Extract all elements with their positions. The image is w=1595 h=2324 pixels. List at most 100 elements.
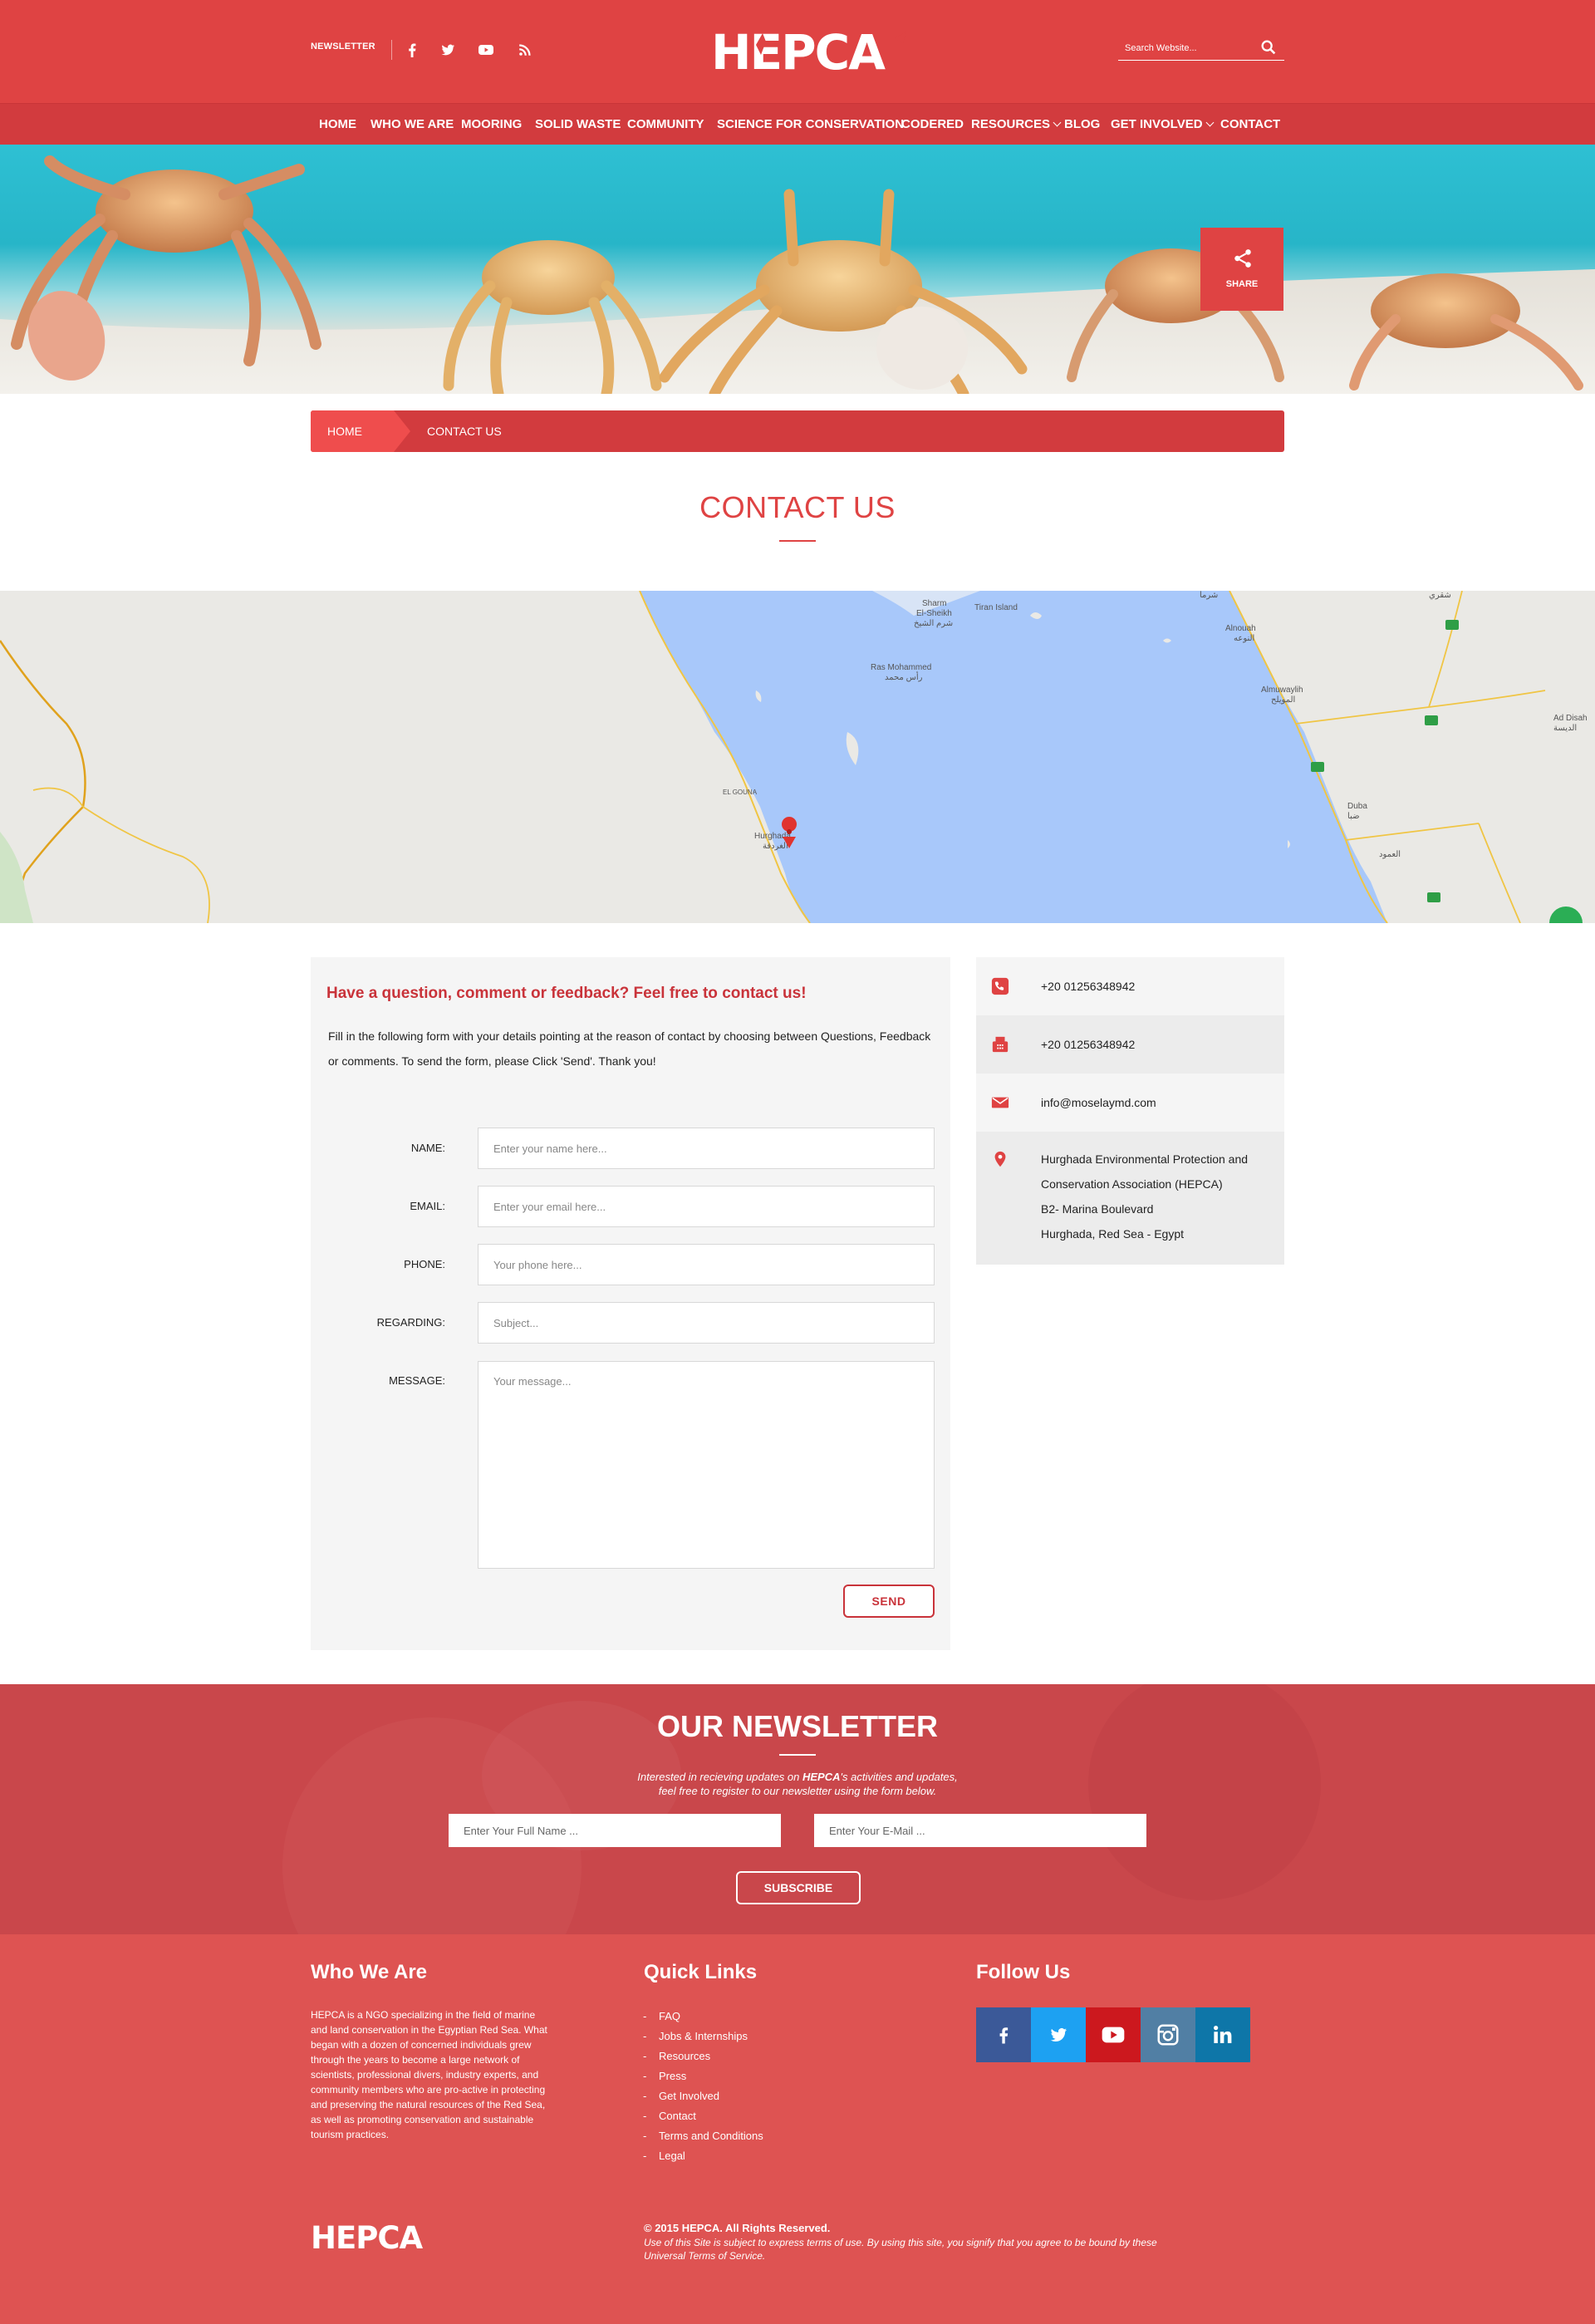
send-button[interactable]: SEND xyxy=(843,1585,935,1618)
contact-email[interactable]: info@moselaymd.com xyxy=(1041,1090,1156,1115)
location-map[interactable]: Sharm El-Sheikh شرم الشيخ Tiran Island Ras… xyxy=(0,591,1595,923)
svg-text:HEPCA: HEPCA xyxy=(311,2222,424,2252)
phone-label: PHONE: xyxy=(404,1258,445,1270)
svg-text:المويلح: المويلح xyxy=(1271,695,1295,705)
footer-link-terms[interactable]: Terms and Conditions xyxy=(643,2130,763,2142)
footer-link-get-involved[interactable]: Get Involved xyxy=(643,2090,719,2102)
footer-link-press[interactable]: Press xyxy=(643,2070,686,2082)
svg-text:العمود: العمود xyxy=(1379,850,1401,859)
linkedin-icon xyxy=(1214,2026,1232,2043)
svg-text:Tiran Island: Tiran Island xyxy=(974,603,1018,612)
map-canvas: SharmEl-Sheikhشرم الشيخ Tiran Island Ras… xyxy=(0,591,1595,923)
fax-icon xyxy=(992,1036,1009,1053)
contact-fax: +20 01256348942 xyxy=(1041,1038,1136,1051)
message-textarea[interactable] xyxy=(478,1361,935,1569)
nav-item-contact[interactable]: CONTACT xyxy=(1220,104,1280,145)
contact-fax-row: +20 01256348942 xyxy=(976,1015,1284,1074)
footer-link-faq[interactable]: FAQ xyxy=(643,2010,680,2022)
footer-twitter-button[interactable] xyxy=(1031,2007,1086,2062)
svg-text:Duba: Duba xyxy=(1347,802,1367,811)
footer-who-title: Who We Are xyxy=(311,1961,428,1983)
title-underline xyxy=(779,540,816,542)
youtube-icon xyxy=(1102,2027,1125,2043)
nav-item-codered[interactable]: CODERED xyxy=(901,104,964,145)
contact-address-row: Hurghada Environmental Protection and Co… xyxy=(976,1132,1284,1265)
phone-input[interactable] xyxy=(478,1244,935,1285)
svg-text:النوعه: النوعه xyxy=(1234,634,1254,643)
svg-text:Ras Mohammed: Ras Mohammed xyxy=(871,663,931,672)
form-heading: Have a question, comment or feedback? Fe… xyxy=(326,985,807,1002)
share-button[interactable]: SHARE xyxy=(1200,228,1283,311)
name-input[interactable] xyxy=(478,1128,935,1169)
svg-text:شرم الشيخ: شرم الشيخ xyxy=(914,619,953,628)
crabs-hero-image xyxy=(0,155,1595,394)
footer-instagram-button[interactable] xyxy=(1141,2007,1195,2062)
nav-item-community[interactable]: COMMUNITY xyxy=(627,104,704,145)
footer-link-resources[interactable]: Resources xyxy=(643,2050,710,2062)
svg-text:شرما: شرما xyxy=(1200,591,1218,600)
breadcrumb: HOME CONTACT US xyxy=(311,410,1284,452)
breadcrumb-arrow xyxy=(394,410,410,452)
twitter-icon xyxy=(1050,2028,1067,2042)
contact-address: Hurghada Environmental Protection and Co… xyxy=(1041,1147,1248,1246)
contact-phone-row: +20 01256348942 xyxy=(976,957,1284,1015)
nav-item-solid-waste[interactable]: SOLID WASTE xyxy=(535,104,621,145)
nav-item-home[interactable]: HOME xyxy=(319,104,356,145)
address-line: Hurghada Environmental Protection and xyxy=(1041,1152,1249,1166)
footer-linkedin-button[interactable] xyxy=(1195,2007,1250,2062)
share-label: SHARE xyxy=(1225,279,1259,289)
main-nav: HOME WHO WE ARE MOORING SOLID WASTE COMM… xyxy=(0,103,1595,145)
address-line: Conservation Association (HEPCA) xyxy=(1041,1177,1223,1191)
nav-item-mooring[interactable]: MOORING xyxy=(461,104,522,145)
envelope-icon xyxy=(991,1097,1009,1108)
subscribe-button[interactable]: SUBSCRIBE xyxy=(736,1871,861,1904)
search-icon[interactable] xyxy=(1259,38,1278,57)
footer-facebook-button[interactable] xyxy=(976,2007,1031,2062)
youtube-icon[interactable] xyxy=(476,40,496,60)
twitter-icon[interactable] xyxy=(438,40,458,60)
copyright: © 2015 HEPCA. All Rights Reserved. xyxy=(644,2222,831,2234)
footer-hepca-logo[interactable]: HEPCA xyxy=(311,2222,456,2252)
svg-text:الغردقة: الغردقة xyxy=(763,842,788,851)
footer-link-contact[interactable]: Contact xyxy=(643,2110,696,2122)
svg-text:الديسة: الديسة xyxy=(1553,724,1577,733)
nav-item-blog[interactable]: BLOG xyxy=(1064,104,1100,145)
footer-youtube-button[interactable] xyxy=(1086,2007,1141,2062)
footer-link-legal[interactable]: Legal xyxy=(643,2150,685,2162)
rss-icon[interactable] xyxy=(515,40,535,60)
svg-text:Almuwaylih: Almuwaylih xyxy=(1261,685,1303,695)
nav-item-get-involved[interactable]: GET INVOLVED xyxy=(1111,104,1215,145)
chevron-down-icon xyxy=(1205,118,1215,127)
footer xyxy=(0,1934,1595,2324)
hepca-logo[interactable]: HEPCA xyxy=(677,28,918,75)
svg-text:ضبا: ضبا xyxy=(1347,812,1360,821)
chevron-down-icon xyxy=(1053,118,1062,127)
contact-phone: +20 01256348942 xyxy=(1041,980,1136,993)
svg-text:HEPCA: HEPCA xyxy=(711,28,886,75)
svg-text:Sharm: Sharm xyxy=(922,599,946,608)
address-line: Hurghada, Red Sea - Egypt xyxy=(1041,1227,1184,1241)
footer-who-text: HEPCA is a NGO specializing in the field… xyxy=(311,2009,547,2140)
contact-email-row: info@moselaymd.com xyxy=(976,1074,1284,1132)
facebook-icon[interactable] xyxy=(402,40,422,60)
regarding-input[interactable] xyxy=(478,1302,935,1344)
svg-text:رأس محمد: رأس محمد xyxy=(885,671,923,682)
nav-item-who-we-are[interactable]: WHO WE ARE xyxy=(371,104,454,145)
footer-follow-title: Follow Us xyxy=(976,1961,1071,1983)
newsletter-title: OUR NEWSLETTER xyxy=(657,1709,938,1743)
svg-text:Ad Disah: Ad Disah xyxy=(1553,714,1588,723)
name-label: NAME: xyxy=(410,1142,445,1154)
nav-item-science-for-conservation[interactable]: SCIENCE FOR CONSERVATION xyxy=(717,104,904,145)
instagram-icon xyxy=(1157,2024,1179,2046)
nav-item-resources[interactable]: RESOURCES xyxy=(971,104,1062,145)
address-line: B2- Marina Boulevard xyxy=(1041,1202,1154,1216)
share-icon xyxy=(1234,249,1251,268)
page-title: CONTACT US xyxy=(699,490,896,524)
terms-notice: Use of this Site is subject to express t… xyxy=(644,2237,1157,2262)
newsletter-email-input[interactable] xyxy=(814,1814,1146,1847)
newsletter-link[interactable]: NEWSLETTER xyxy=(311,42,375,52)
email-input[interactable] xyxy=(478,1186,935,1227)
footer-link-jobs[interactable]: Jobs & Internships xyxy=(643,2030,748,2042)
newsletter-name-input[interactable] xyxy=(449,1814,781,1847)
breadcrumb-home[interactable]: HOME xyxy=(311,410,394,452)
